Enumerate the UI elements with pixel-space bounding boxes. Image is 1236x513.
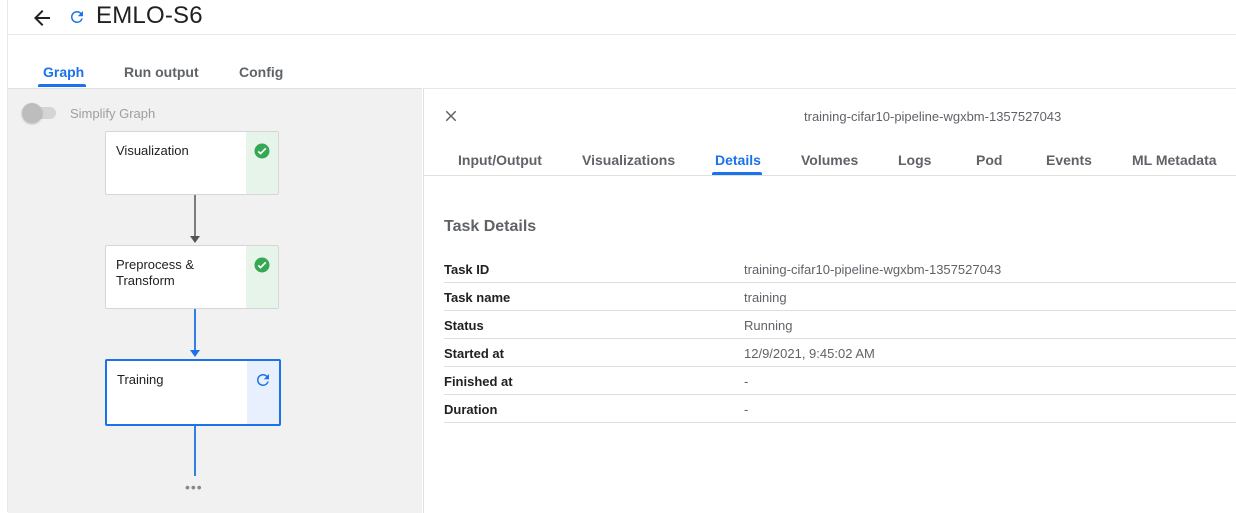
detail-value: training [744, 290, 787, 305]
graph-node-training[interactable]: Training [105, 359, 281, 426]
detail-key: Task name [444, 290, 511, 305]
active-tab-indicator [38, 84, 86, 87]
page-title: EMLO-S6 [96, 2, 203, 29]
node-status-cell [246, 246, 278, 308]
tab-pod[interactable]: Pod [976, 152, 1002, 168]
detail-key: Duration [444, 402, 498, 417]
detail-key: Task ID [444, 262, 490, 277]
more-nodes-indicator: ••• [185, 479, 203, 495]
simplify-graph-toggle[interactable] [22, 103, 56, 123]
node-status-cell [247, 361, 279, 424]
node-label: Visualization [116, 143, 189, 158]
page-header: EMLO-S6 [0, 0, 1236, 34]
detail-value: Running [744, 318, 793, 333]
edge-visualization-preprocess [190, 195, 200, 243]
running-status-icon [68, 8, 86, 26]
detail-row-finished-at: Finished at - [444, 367, 1236, 395]
detail-row-task-id: Task ID training-cifar10-pipeline-wgxbm-… [444, 255, 1236, 283]
toggle-thumb [22, 103, 42, 123]
close-icon[interactable] [442, 107, 460, 125]
tab-visualizations[interactable]: Visualizations [582, 152, 675, 168]
detail-key: Started at [444, 346, 504, 361]
detail-value: training-cifar10-pipeline-wgxbm-13575270… [744, 262, 1002, 277]
node-label: Training [117, 372, 164, 387]
running-refresh-icon [257, 374, 269, 386]
check-circle-icon [254, 257, 270, 273]
details-pane: training-cifar10-pipeline-wgxbm-13575270… [423, 88, 1236, 513]
graph-node-preprocess-transform[interactable]: Preprocess & Transform [105, 245, 279, 309]
check-circle-icon [254, 143, 270, 159]
detail-key: Finished at [444, 374, 513, 389]
graph-node-visualization[interactable]: Visualization [105, 131, 279, 195]
back-arrow-icon[interactable] [30, 6, 54, 30]
detail-value: 12/9/2021, 9:45:02 AM [744, 346, 875, 361]
tab-events[interactable]: Events [1046, 152, 1092, 168]
detail-row-duration: Duration - [444, 395, 1236, 423]
tab-graph[interactable]: Graph [43, 64, 84, 80]
tab-config[interactable]: Config [239, 64, 283, 80]
task-details-table: Task ID training-cifar10-pipeline-wgxbm-… [444, 255, 1236, 423]
header-divider [8, 34, 1236, 35]
node-status-cell [246, 132, 278, 194]
tab-logs[interactable]: Logs [898, 152, 931, 168]
detail-key: Status [444, 318, 484, 333]
detail-row-task-name: Task name training [444, 283, 1236, 311]
detail-row-started-at: Started at 12/9/2021, 9:45:02 AM [444, 339, 1236, 367]
tab-details[interactable]: Details [715, 152, 761, 168]
detail-value: - [744, 374, 749, 389]
simplify-graph-label: Simplify Graph [70, 106, 156, 121]
selected-node-name: training-cifar10-pipeline-wgxbm-13575270… [804, 109, 1062, 124]
tab-run-output[interactable]: Run output [124, 64, 199, 80]
tab-volumes[interactable]: Volumes [801, 152, 858, 168]
edge-preprocess-training [190, 309, 200, 357]
detail-value: - [744, 402, 749, 417]
edge-training-next [194, 426, 196, 476]
tabs-divider [424, 175, 1236, 176]
graph-pane: Simplify Graph Visualization Preprocess … [8, 88, 422, 513]
tab-input-output[interactable]: Input/Output [458, 152, 542, 168]
section-title: Task Details [444, 218, 537, 235]
node-label: Preprocess & Transform [116, 257, 195, 288]
detail-row-status: Status Running [444, 311, 1236, 339]
tab-ml-metadata[interactable]: ML Metadata [1132, 152, 1217, 168]
